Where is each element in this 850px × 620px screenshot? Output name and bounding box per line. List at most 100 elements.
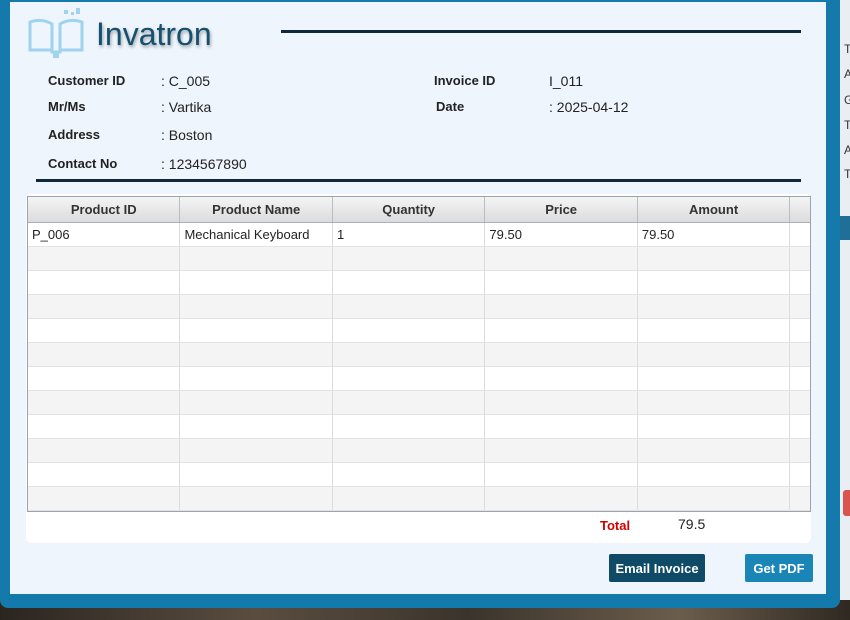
total-value: 79.5 <box>678 516 706 532</box>
invoice-items-table[interactable]: Product ID Product Name Quantity Price A… <box>27 196 811 512</box>
background-letter: T <box>844 118 850 132</box>
table-cell[interactable] <box>638 487 791 510</box>
table-cell[interactable] <box>638 439 791 462</box>
column-header-spacer <box>790 197 810 222</box>
table-cell[interactable]: P_006 <box>28 223 181 246</box>
table-row[interactable] <box>28 343 810 367</box>
table-cell[interactable] <box>180 367 333 390</box>
table-row[interactable] <box>28 295 810 319</box>
table-cell[interactable] <box>28 247 181 270</box>
table-cell[interactable] <box>28 295 181 318</box>
table-cell[interactable] <box>180 463 333 486</box>
table-cell[interactable] <box>485 415 638 438</box>
table-cell[interactable] <box>333 247 486 270</box>
column-header-price[interactable]: Price <box>485 197 638 222</box>
table-cell[interactable] <box>28 487 181 510</box>
table-cell[interactable] <box>180 319 333 342</box>
table-row[interactable] <box>28 439 810 463</box>
table-cell[interactable] <box>485 463 638 486</box>
table-cell[interactable] <box>333 319 486 342</box>
table-cell[interactable] <box>638 391 791 414</box>
column-header-amount[interactable]: Amount <box>638 197 791 222</box>
table-cell[interactable] <box>180 439 333 462</box>
table-cell[interactable] <box>333 415 486 438</box>
background-letter: A <box>844 143 850 157</box>
table-cell[interactable] <box>485 391 638 414</box>
table-cell[interactable] <box>638 319 791 342</box>
table-cell[interactable] <box>333 271 486 294</box>
table-row[interactable]: P_006 Mechanical Keyboard 1 79.50 79.50 <box>28 223 810 247</box>
table-cell[interactable] <box>28 439 181 462</box>
items-card: Product ID Product Name Quantity Price A… <box>26 194 811 543</box>
column-header-product-name[interactable]: Product Name <box>180 197 333 222</box>
table-cell[interactable] <box>28 319 181 342</box>
table-cell-spacer <box>790 367 810 390</box>
table-cell[interactable] <box>333 391 486 414</box>
table-cell[interactable] <box>333 367 486 390</box>
table-cell[interactable] <box>180 271 333 294</box>
table-cell[interactable] <box>638 463 791 486</box>
table-cell[interactable] <box>333 343 486 366</box>
table-row[interactable] <box>28 415 810 439</box>
table-cell[interactable] <box>180 295 333 318</box>
contact-label: Contact No <box>48 156 118 171</box>
table-cell[interactable] <box>638 295 791 318</box>
table-cell[interactable] <box>485 487 638 510</box>
table-cell[interactable]: 79.50 <box>638 223 791 246</box>
table-cell[interactable] <box>485 343 638 366</box>
table-cell[interactable] <box>180 247 333 270</box>
customer-id-value: : C_005 <box>161 73 211 89</box>
table-cell[interactable] <box>638 247 791 270</box>
customer-id-label: Customer ID <box>48 73 126 88</box>
table-cell[interactable] <box>28 271 181 294</box>
column-header-quantity[interactable]: Quantity <box>333 197 486 222</box>
table-cell[interactable] <box>485 271 638 294</box>
table-row[interactable] <box>28 463 810 487</box>
table-cell[interactable] <box>180 487 333 510</box>
table-cell[interactable] <box>638 343 791 366</box>
table-cell[interactable] <box>28 391 181 414</box>
table-body: P_006 Mechanical Keyboard 1 79.50 79.50 <box>28 223 810 511</box>
table-cell-spacer <box>790 415 810 438</box>
table-cell[interactable]: 79.50 <box>485 223 638 246</box>
table-cell[interactable] <box>180 415 333 438</box>
table-row[interactable] <box>28 487 810 511</box>
table-cell[interactable] <box>180 391 333 414</box>
background-selection <box>839 216 850 240</box>
column-header-product-id[interactable]: Product ID <box>28 197 181 222</box>
table-row[interactable] <box>28 367 810 391</box>
table-cell[interactable]: Mechanical Keyboard <box>180 223 333 246</box>
table-cell[interactable] <box>485 247 638 270</box>
table-cell[interactable] <box>485 319 638 342</box>
table-cell[interactable] <box>333 439 486 462</box>
table-cell-spacer <box>790 343 810 366</box>
table-cell[interactable] <box>333 463 486 486</box>
table-cell[interactable] <box>638 415 791 438</box>
get-pdf-button[interactable]: Get PDF <box>745 554 813 582</box>
invoice-id-label: Invoice ID <box>434 73 496 88</box>
table-cell[interactable] <box>638 367 791 390</box>
table-cell[interactable] <box>28 463 181 486</box>
table-row[interactable] <box>28 271 810 295</box>
table-cell[interactable] <box>28 415 181 438</box>
table-cell[interactable] <box>485 439 638 462</box>
table-cell[interactable] <box>28 343 181 366</box>
invoice-id-value: I_011 <box>549 73 583 89</box>
email-invoice-button[interactable]: Email Invoice <box>609 554 705 582</box>
background-button <box>843 490 850 516</box>
header-divider <box>281 30 801 33</box>
table-cell[interactable] <box>485 295 638 318</box>
table-row[interactable] <box>28 391 810 415</box>
table-cell[interactable] <box>180 343 333 366</box>
table-row[interactable] <box>28 319 810 343</box>
table-cell[interactable] <box>638 271 791 294</box>
table-cell[interactable]: 1 <box>333 223 486 246</box>
table-row[interactable] <box>28 247 810 271</box>
background-letter: T <box>844 167 850 181</box>
table-cell[interactable] <box>28 367 181 390</box>
table-cell[interactable] <box>485 367 638 390</box>
customer-name-value: : Vartika <box>161 99 212 115</box>
table-cell[interactable] <box>333 295 486 318</box>
table-cell[interactable] <box>333 487 486 510</box>
total-label: Total <box>600 518 631 533</box>
